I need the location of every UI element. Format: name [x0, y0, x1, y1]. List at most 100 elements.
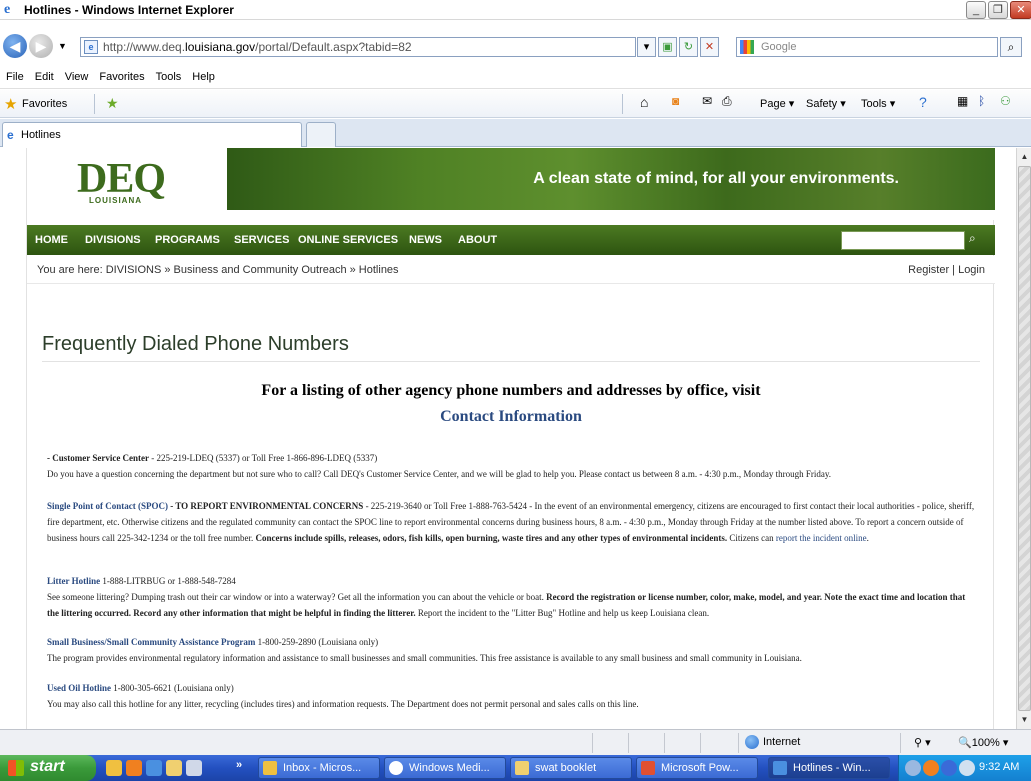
menu-edit[interactable]: Edit — [29, 67, 59, 83]
menu-favorites[interactable]: Favorites — [93, 67, 149, 83]
title-divider — [42, 361, 980, 362]
protected-mode-icon[interactable]: ⚲ ▾ — [914, 736, 931, 749]
refresh-icon[interactable]: ↻ — [679, 37, 698, 57]
tools-menu[interactable]: Tools ▾ — [861, 97, 895, 110]
start-button[interactable]: start — [0, 755, 96, 781]
tray-icon[interactable] — [923, 760, 939, 776]
nav-divisions[interactable]: DIVISIONS — [85, 234, 141, 246]
used-oil-body: You may also call this hotline for any l… — [47, 699, 639, 709]
add-favorite-icon[interactable]: ★ — [106, 95, 119, 112]
page-icon: e — [84, 40, 98, 54]
menu-view[interactable]: View — [59, 67, 94, 83]
desktop-quicklaunch-icon[interactable] — [186, 760, 202, 776]
new-tab-button[interactable] — [306, 122, 336, 147]
litter-heading-link[interactable]: Litter Hotline — [47, 576, 100, 586]
close-button[interactable]: ✕ — [1010, 1, 1031, 19]
tab-hotlines[interactable]: e Hotlines — [2, 122, 302, 147]
mail-icon[interactable]: ✉ — [702, 94, 712, 108]
nav-services[interactable]: SERVICES — [234, 234, 289, 246]
small-business-heading-link[interactable]: Small Business/Small Community Assistanc… — [47, 637, 255, 647]
home-icon[interactable]: ⌂ — [640, 94, 648, 110]
small-business-phones: 1-800-259-2890 (Louisiana only) — [255, 637, 379, 647]
used-oil-heading-link[interactable]: Used Oil Hotline — [47, 683, 111, 693]
taskbar-label: Windows Medi... — [409, 762, 490, 774]
help-icon[interactable]: ? — [919, 94, 927, 110]
address-dropdown-button[interactable]: ▾ — [637, 37, 656, 57]
window-title: Hotlines - Windows Internet Explorer — [24, 3, 234, 17]
forward-button[interactable]: ▶ — [29, 34, 53, 58]
ie-quicklaunch-icon[interactable] — [146, 760, 162, 776]
csc-heading: - Customer Service Center — [47, 453, 150, 463]
menu-bar: File Edit View Favorites Tools Help — [0, 67, 1031, 89]
minimize-button[interactable]: _ — [966, 1, 986, 19]
tab-bar: e Hotlines — [0, 119, 1031, 147]
nav-online-services[interactable]: ONLINE SERVICES — [298, 234, 398, 246]
security-zone[interactable]: Internet — [763, 736, 800, 748]
contact-information-link[interactable]: Contact Information — [27, 408, 995, 426]
compatibility-view-icon[interactable]: ▣ — [658, 37, 677, 57]
deq-logo-subtitle: LOUISIANA — [89, 196, 142, 205]
print-icon[interactable]: ⎙ — [722, 94, 732, 109]
window-title-bar: e Hotlines - Windows Internet Explorer _… — [0, 0, 1031, 20]
report-online-link[interactable]: report the incident online — [776, 533, 867, 543]
nav-about[interactable]: ABOUT — [458, 234, 497, 246]
taskbar-button-folder[interactable]: swat booklet — [510, 757, 632, 779]
safety-menu[interactable]: Safety ▾ — [806, 97, 846, 110]
nav-programs[interactable]: PROGRAMS — [155, 234, 220, 246]
site-nav: HOME DIVISIONS PROGRAMS SERVICES ONLINE … — [27, 225, 995, 255]
favorites-button[interactable]: Favorites — [22, 98, 67, 110]
research-icon[interactable]: ▦ — [957, 94, 968, 108]
taskbar-button-powerpoint[interactable]: Microsoft Pow... — [636, 757, 758, 779]
register-login-link[interactable]: Register | Login — [908, 264, 985, 276]
spoc-heading-link[interactable]: Single Point of Contact (SPOC) — [47, 501, 168, 511]
recent-pages-dropdown[interactable]: ▼ — [58, 41, 67, 51]
windows-taskbar: start » Inbox - Micros... Windows Medi..… — [0, 755, 1031, 781]
separator — [622, 94, 623, 114]
search-placeholder: Google — [761, 41, 797, 53]
menu-help[interactable]: Help — [186, 67, 220, 83]
scroll-up-arrow[interactable]: ▲ — [1018, 149, 1031, 165]
address-bar[interactable]: e http://www.deq.louisiana.gov/portal/De… — [80, 37, 636, 57]
feeds-icon[interactable]: ◙ — [672, 94, 679, 108]
taskbar-button-inbox[interactable]: Inbox - Micros... — [258, 757, 380, 779]
taskbar-button-hotlines[interactable]: Hotlines - Win... — [768, 757, 890, 779]
taskbar-label: Inbox - Micros... — [283, 762, 362, 774]
messenger-icon[interactable]: ⚇ — [1000, 94, 1011, 108]
taskbar-button-media[interactable]: Windows Medi... — [384, 757, 506, 779]
zoom-level[interactable]: 🔍100% ▾ — [958, 736, 1008, 749]
back-button[interactable]: ◀ — [3, 34, 27, 58]
status-divider — [664, 733, 665, 753]
nav-news[interactable]: NEWS — [409, 234, 442, 246]
windows-logo-icon — [8, 760, 24, 776]
used-oil-phones: 1-800-305-6621 (Louisiana only) — [111, 683, 234, 693]
page-viewport: DEQ LOUISIANA A clean state of mind, for… — [0, 148, 1016, 729]
menu-file[interactable]: File — [0, 67, 29, 83]
quicklaunch-overflow-icon[interactable]: » — [236, 759, 242, 771]
ie-tab-icon: e — [7, 128, 14, 142]
tray-icon[interactable] — [905, 760, 921, 776]
site-search-icon[interactable]: ⌕ — [969, 231, 976, 246]
maximize-button[interactable]: ❐ — [988, 1, 1008, 19]
menu-tools[interactable]: Tools — [150, 67, 187, 83]
breadcrumb[interactable]: You are here: DIVISIONS » Business and C… — [37, 264, 399, 276]
search-icon[interactable]: ⌕ — [1000, 37, 1022, 57]
tray-icon[interactable] — [941, 760, 957, 776]
taskbar-label: Hotlines - Win... — [793, 762, 871, 774]
page-menu[interactable]: Page ▾ — [760, 97, 794, 110]
status-divider — [900, 733, 901, 753]
tray-icon[interactable] — [959, 760, 975, 776]
taskbar-label: Microsoft Pow... — [661, 762, 739, 774]
csc-phones: - 225-219-LDEQ (5337) or Toll Free 1-866… — [149, 453, 378, 463]
vertical-scrollbar[interactable]: ▲ ▼ — [1016, 148, 1031, 729]
site-search-input[interactable] — [841, 231, 965, 250]
nav-home[interactable]: HOME — [35, 234, 68, 246]
litter-phones: 1-888-LITRBUG or 1-888-548-7284 — [100, 576, 236, 586]
stop-icon[interactable]: ✕ — [700, 37, 719, 57]
bluetooth-icon[interactable]: ᛒ — [978, 94, 985, 108]
folder-quicklaunch-icon[interactable] — [166, 760, 182, 776]
firefox-quicklaunch-icon[interactable] — [126, 760, 142, 776]
scrollbar-thumb[interactable] — [1018, 166, 1031, 711]
outlook-quicklaunch-icon[interactable] — [106, 760, 122, 776]
search-input[interactable]: Google — [736, 37, 998, 57]
scroll-down-arrow[interactable]: ▼ — [1018, 712, 1031, 728]
